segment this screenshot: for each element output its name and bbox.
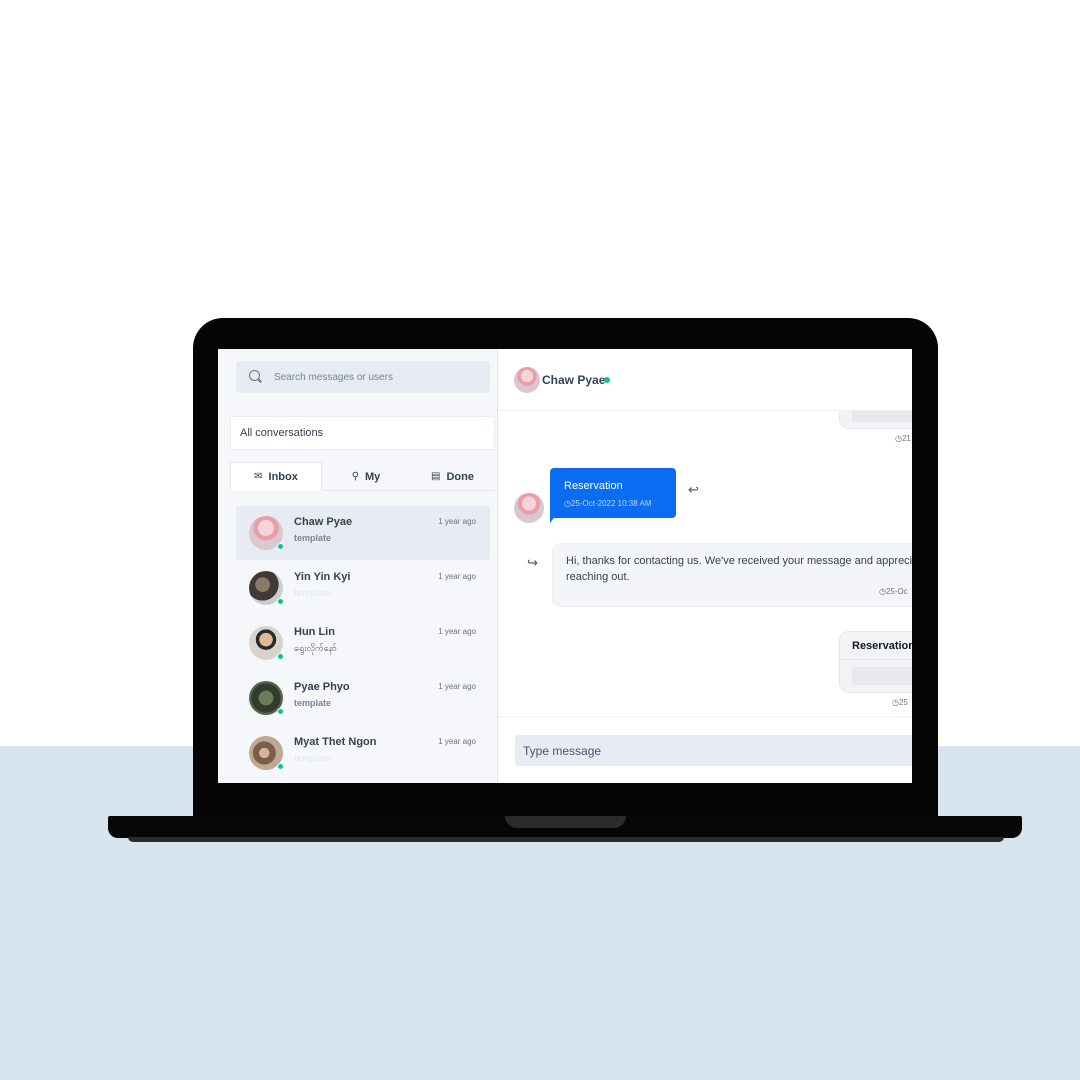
conversation-sidebar: All conversations ✉ Inbox ⚲ My ▤ Done Ch… bbox=[218, 349, 498, 783]
avatar[interactable] bbox=[514, 367, 540, 393]
search-icon bbox=[249, 370, 260, 381]
forward-icon[interactable]: ↪ bbox=[527, 555, 538, 571]
conversation-name: Hun Lin bbox=[294, 626, 335, 638]
message-text: Hi, thanks for contacting us. We've rece… bbox=[566, 555, 912, 583]
clock-icon: ◷ bbox=[895, 434, 902, 443]
message-time: ◷25 bbox=[892, 698, 908, 707]
conversation-time: 1 year ago bbox=[438, 627, 476, 636]
conversation-preview: template bbox=[294, 533, 332, 543]
archive-icon: ▤ bbox=[431, 471, 441, 482]
tab-done-label: Done bbox=[446, 470, 474, 483]
app-screen: All conversations ✉ Inbox ⚲ My ▤ Done Ch… bbox=[218, 349, 912, 783]
conversation-preview: template bbox=[294, 698, 332, 708]
card-button[interactable]: Bt bbox=[852, 411, 912, 422]
conversation-item[interactable]: Pyae Phyo template 1 year ago bbox=[236, 671, 490, 725]
conversation-item[interactable]: Yin Yin Kyi template 1 year ago bbox=[236, 561, 490, 615]
online-indicator bbox=[277, 598, 284, 605]
message-list[interactable]: Bt ◷21 Reservation ◷25-Oct-2022 10:38 AM… bbox=[498, 411, 912, 716]
search-input[interactable] bbox=[274, 369, 474, 385]
message-time-text: 21 bbox=[901, 434, 911, 443]
conversation-item[interactable]: Hun Lin ရွေးလိုက်နော် 1 year ago bbox=[236, 616, 490, 670]
online-indicator bbox=[277, 708, 284, 715]
online-indicator bbox=[277, 653, 284, 660]
person-icon: ⚲ bbox=[351, 471, 360, 482]
reservation-card: Reservation Bt bbox=[839, 631, 912, 693]
online-indicator bbox=[277, 763, 284, 770]
laptop-foot bbox=[128, 837, 1004, 842]
message-composer bbox=[498, 716, 912, 783]
message-time: ◷25-Oc bbox=[879, 587, 908, 596]
message-time-text: 25-Oct-2022 10:38 AM bbox=[570, 499, 652, 508]
tab-done[interactable]: ▤ Done bbox=[410, 462, 495, 491]
conversation-item[interactable]: Chaw Pyae template 1 year ago bbox=[236, 506, 490, 560]
message-time: ◷25-Oct-2022 10:38 AM bbox=[564, 499, 652, 508]
message-card-partial: Bt bbox=[839, 411, 912, 429]
message-time: ◷21 bbox=[895, 434, 911, 443]
conversation-filter-select[interactable]: All conversations bbox=[230, 416, 495, 450]
card-button[interactable]: Bt bbox=[852, 667, 912, 685]
search-box[interactable] bbox=[236, 361, 490, 393]
message-time-text: 25-Oc bbox=[885, 587, 908, 596]
conversation-preview: template bbox=[294, 753, 332, 763]
conversation-time: 1 year ago bbox=[438, 682, 476, 691]
conversation-preview: ရွေးလိုက်နော် bbox=[294, 643, 338, 653]
conversation-name: Yin Yin Kyi bbox=[294, 571, 351, 583]
message-input[interactable] bbox=[515, 735, 912, 766]
inbox-tabs: ✉ Inbox ⚲ My ▤ Done bbox=[230, 462, 495, 491]
outgoing-message-bubble[interactable]: Reservation ◷25-Oct-2022 10:38 AM bbox=[550, 468, 676, 518]
tab-my-label: My bbox=[365, 470, 381, 483]
message-time-text: 25 bbox=[898, 698, 908, 707]
bubble-tail bbox=[550, 515, 556, 523]
tab-inbox[interactable]: ✉ Inbox bbox=[230, 462, 322, 491]
avatar bbox=[514, 493, 544, 523]
chat-panel: Chaw Pyae Bt ◷21 Reservation ◷25-Oct-202… bbox=[498, 349, 912, 783]
laptop-notch bbox=[505, 816, 626, 828]
divider bbox=[840, 659, 912, 660]
chat-contact-name[interactable]: Chaw Pyae bbox=[542, 373, 605, 387]
conversation-item[interactable]: Myat Thet Ngon template 1 year ago bbox=[236, 726, 490, 780]
reply-icon[interactable]: ↩ bbox=[688, 482, 699, 498]
tab-inbox-label: Inbox bbox=[268, 470, 298, 483]
conversation-name: Chaw Pyae bbox=[294, 516, 353, 528]
conversation-preview: template bbox=[294, 588, 332, 598]
message-text: Reservation bbox=[564, 480, 623, 492]
mail-icon: ✉ bbox=[254, 471, 263, 482]
card-title: Reservation bbox=[852, 640, 912, 652]
tab-my[interactable]: ⚲ My bbox=[322, 462, 410, 491]
chat-header: Chaw Pyae bbox=[498, 349, 912, 411]
conversation-name: Myat Thet Ngon bbox=[294, 736, 377, 748]
online-indicator bbox=[277, 543, 284, 550]
incoming-message-bubble[interactable]: Hi, thanks for contacting us. We've rece… bbox=[552, 543, 912, 607]
conversation-filter-value: All conversations bbox=[240, 427, 324, 439]
conversation-time: 1 year ago bbox=[438, 572, 476, 581]
conversation-name: Pyae Phyo bbox=[294, 681, 350, 693]
conversation-time: 1 year ago bbox=[438, 517, 476, 526]
conversation-time: 1 year ago bbox=[438, 737, 476, 746]
online-status-dot bbox=[604, 377, 610, 383]
